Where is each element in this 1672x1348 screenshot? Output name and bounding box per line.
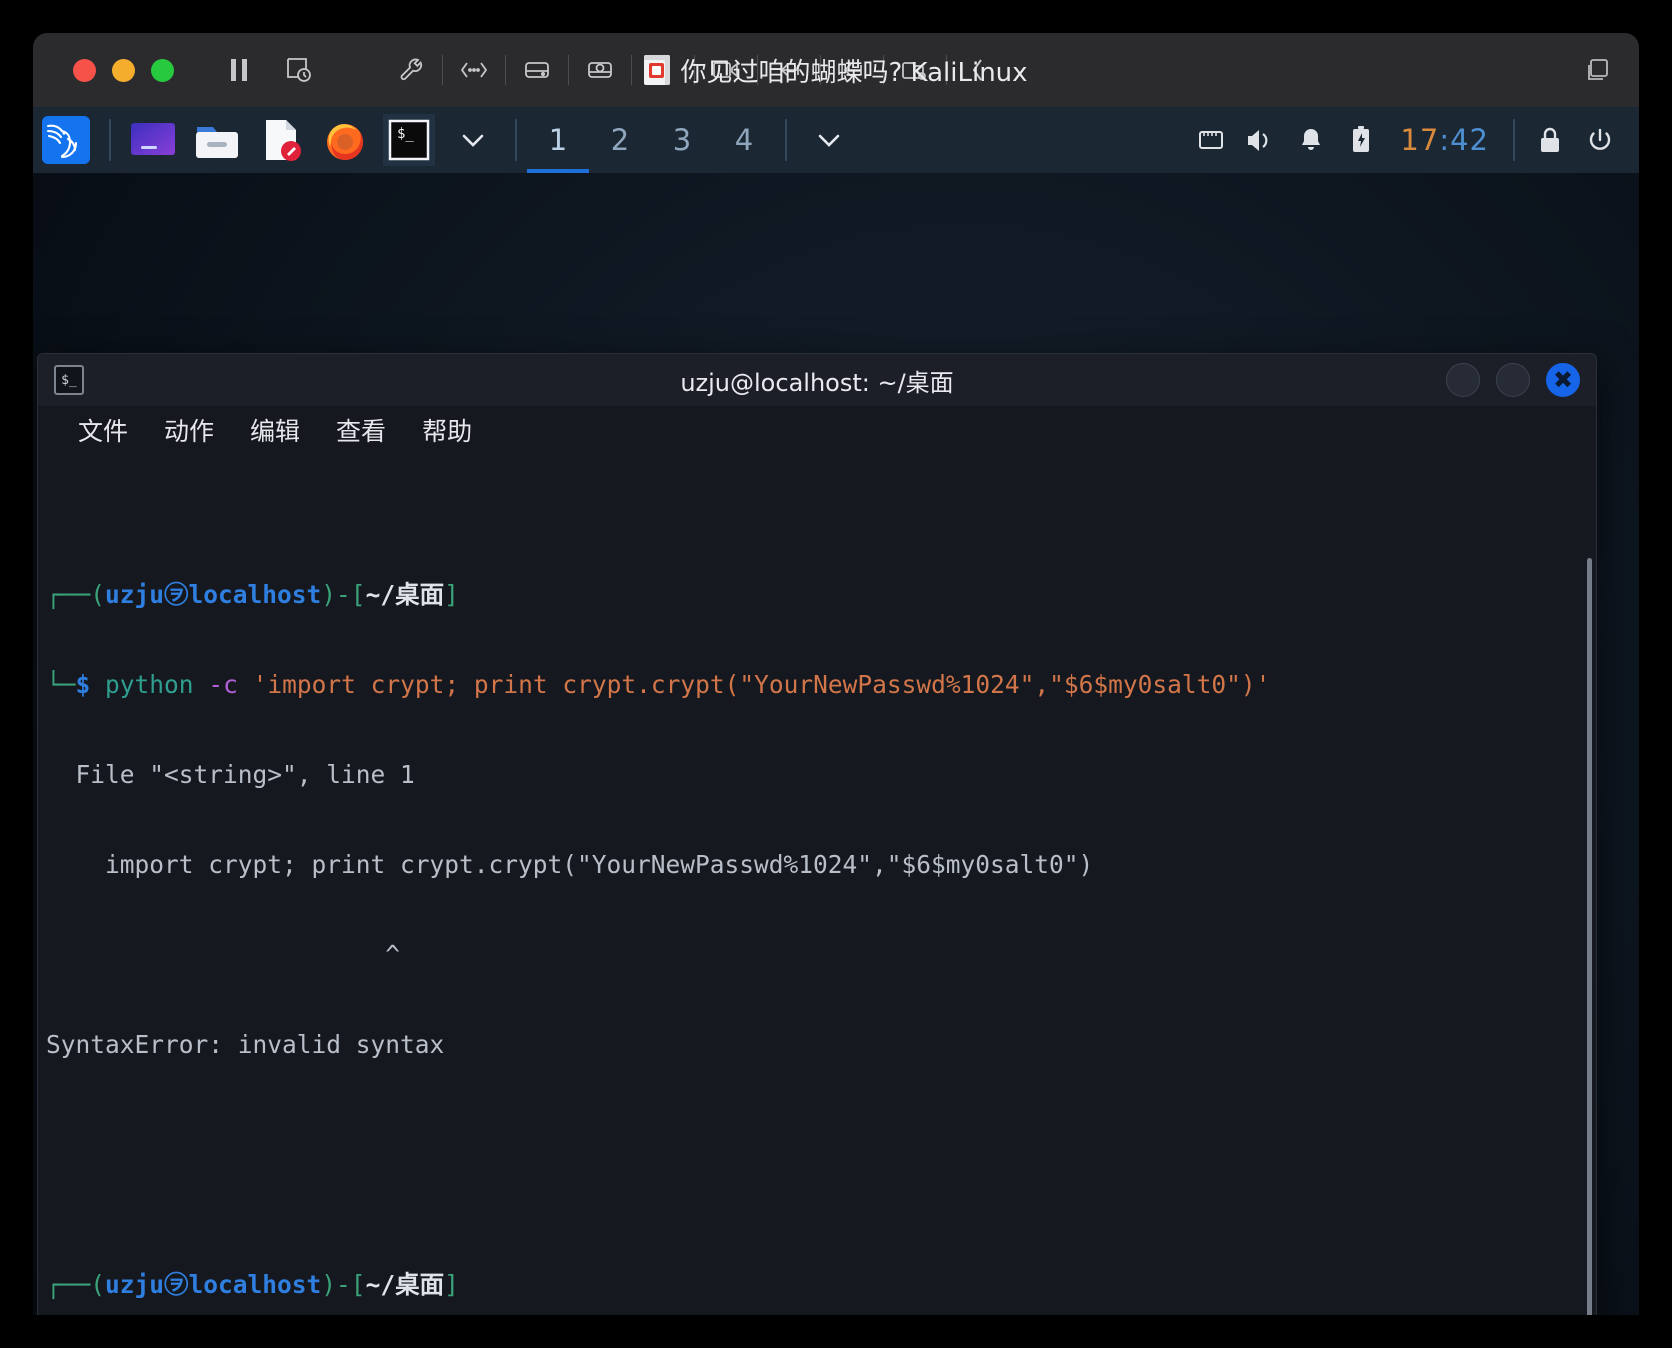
minimize-button[interactable] [1446, 363, 1480, 397]
workspace-menu-chevron-down-icon[interactable] [803, 114, 855, 166]
network-icon[interactable] [453, 49, 495, 91]
terminal-output: ┌──(uzju㋾localhost)-[~/桌面] └─$ python -c… [46, 460, 1596, 1315]
shared-folder-icon[interactable] [894, 49, 936, 91]
collapse-toolbar-icon[interactable] [957, 49, 999, 91]
workspace-1[interactable]: 1 [527, 107, 589, 173]
terminal-scrollbar[interactable] [1587, 558, 1592, 1315]
terminal-title: uzju@localhost: ~/桌面 [680, 368, 954, 397]
close-button[interactable]: ✖ [1546, 363, 1580, 397]
volume-tray-icon[interactable] [1236, 107, 1286, 173]
prompt-user: uzju [105, 1270, 165, 1299]
menu-file[interactable]: 文件 [78, 412, 128, 448]
maximize-button[interactable] [151, 58, 174, 82]
svg-text:$_: $_ [397, 126, 414, 142]
kali-taskbar: $_ 1 2 3 4 17:42 [33, 107, 1639, 173]
logout-icon[interactable] [1575, 107, 1625, 173]
menu-view[interactable]: 查看 [336, 412, 386, 448]
harddisk-icon[interactable] [516, 49, 558, 91]
output-line-syntax-error: SyntaxError: invalid syntax [46, 1030, 445, 1059]
prompt-path: ~/桌面 [365, 580, 445, 609]
shell-prompt-line: ┌──(uzju㋾localhost)-[~/桌面] [46, 1270, 459, 1299]
panel-separator [515, 119, 517, 161]
pause-icon[interactable] [218, 49, 260, 91]
network-tray-icon[interactable] [1186, 107, 1236, 173]
usb-icon[interactable] [768, 49, 810, 91]
scrollbar-thumb[interactable] [1587, 558, 1592, 1315]
command-flag: -c [208, 670, 238, 699]
shell-prompt-line: ┌──(uzju㋾localhost)-[~/桌面] [46, 580, 459, 609]
launcher-firefox[interactable] [319, 114, 371, 166]
desktop-area[interactable]: ca.key Git_Extract ds_store_e... 主文件夹 CV… [33, 173, 1639, 1315]
prompt-at-icon: ㋾ [164, 1270, 189, 1299]
terminal-body[interactable]: ┌──(uzju㋾localhost)-[~/桌面] └─$ python -c… [38, 454, 1596, 1315]
clock-separator: : [1439, 123, 1451, 157]
terminal-window[interactable]: $_ uzju@localhost: ~/桌面 ✖ 文件 动作 编辑 查看 帮助 [37, 353, 1597, 1315]
prompt-at-icon: ㋾ [164, 580, 189, 609]
terminal-window-buttons: ✖ [1446, 363, 1580, 397]
lock-icon[interactable] [1525, 107, 1575, 173]
prompt-path: ~/桌面 [365, 1270, 445, 1299]
prompt-host: localhost [188, 1270, 322, 1299]
menu-help[interactable]: 帮助 [422, 412, 472, 448]
menu-edit[interactable]: 编辑 [250, 412, 300, 448]
optical-drive-icon[interactable] [579, 49, 621, 91]
clock[interactable]: 17:42 [1400, 123, 1489, 157]
panel-separator [1513, 119, 1515, 161]
terminal-menubar: 文件 动作 编辑 查看 帮助 [38, 406, 1596, 454]
vm-titlebar: 你见过咱的蝴蝶吗? KaliLinux [33, 33, 1639, 107]
terminal-titlebar: $_ uzju@localhost: ~/桌面 ✖ [38, 354, 1596, 406]
restore-window-icon[interactable] [1583, 55, 1613, 85]
panel-separator [109, 119, 111, 161]
workspace-4[interactable]: 4 [713, 107, 775, 173]
terminal-icon[interactable]: $_ [54, 365, 84, 395]
launcher-file-manager[interactable] [191, 114, 243, 166]
usb-icon[interactable] [831, 49, 873, 91]
output-line: ^ [46, 940, 401, 969]
kali-dragon-icon[interactable] [33, 107, 99, 173]
close-button[interactable] [73, 58, 96, 82]
screenshot-icon[interactable] [278, 49, 320, 91]
maximize-button[interactable] [1496, 363, 1530, 397]
vm-window: 你见过咱的蝴蝶吗? KaliLinux $_ 1 2 3 4 17:42 $_ … [33, 33, 1639, 1315]
window-traffic-lights [73, 58, 174, 82]
launcher-terminal[interactable]: $_ [383, 114, 435, 166]
wrench-icon[interactable] [390, 49, 432, 91]
system-tray: 17:42 [1186, 107, 1639, 173]
command-arg: 'import crypt; print crypt.crypt("YourNe… [252, 670, 1271, 699]
output-line: import crypt; print crypt.crypt("YourNew… [46, 850, 1094, 879]
menu-actions[interactable]: 动作 [164, 412, 214, 448]
clock-hour: 17 [1400, 123, 1440, 157]
launcher-text-editor[interactable] [255, 114, 307, 166]
prompt-host: localhost [188, 580, 322, 609]
panel-separator [785, 119, 787, 161]
workspace-3[interactable]: 3 [651, 107, 713, 173]
prompt-sigil: $ [75, 670, 91, 699]
audio-icon[interactable] [642, 49, 684, 91]
prompt-user: uzju [105, 580, 165, 609]
command-name: python [105, 670, 194, 699]
minimize-button[interactable] [112, 58, 135, 82]
chevron-down-icon[interactable] [447, 114, 499, 166]
workspace-2[interactable]: 2 [589, 107, 651, 173]
shell-command-line: └─$ python -c 'import crypt; print crypt… [46, 670, 1271, 699]
clock-minute: 42 [1450, 123, 1489, 157]
output-line: File "<string>", line 1 [46, 760, 415, 789]
notification-bell-icon[interactable] [1286, 107, 1336, 173]
battery-icon[interactable] [1336, 107, 1386, 173]
webcam-icon[interactable] [705, 49, 747, 91]
launcher-show-desktop[interactable] [127, 114, 179, 166]
